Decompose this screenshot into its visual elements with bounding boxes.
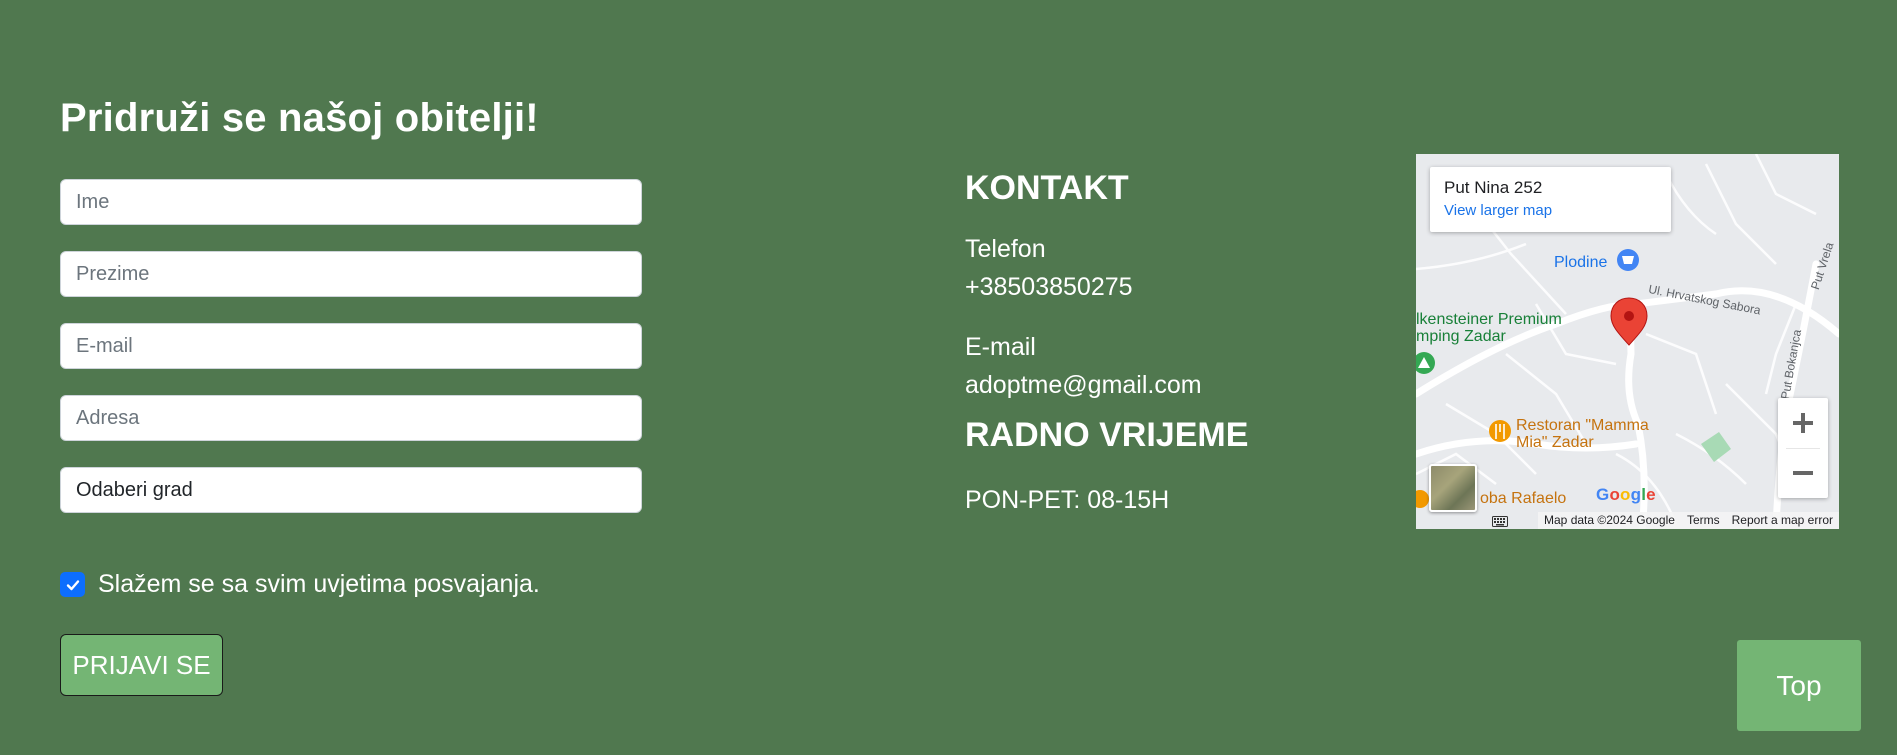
map-zoom-controls (1778, 398, 1828, 498)
first-name-input[interactable] (60, 179, 642, 225)
map-embed[interactable]: Put Nina 252 View larger map Plodine lke… (1416, 154, 1839, 529)
map-label-restoran-2[interactable]: Mia" Zadar (1516, 434, 1594, 452)
terms-row: Slažem se sa svim uvjetima posvajanja. (60, 570, 540, 599)
phone-value: +38503850275 (965, 273, 1133, 301)
location-marker (1610, 297, 1648, 346)
zoom-divider (1786, 448, 1820, 449)
phone-label: Telefon (965, 235, 1046, 263)
hours-value: PON-PET: 08-15H (965, 486, 1170, 514)
form-title: Pridruži se našoj obitelji! (60, 96, 539, 140)
last-name-input[interactable] (60, 251, 642, 297)
contact-heading: KONTAKT (965, 169, 1129, 207)
terms-checkbox[interactable] (60, 572, 85, 597)
map-attribution-bar: Map data ©2024 Google Terms Report a map… (1416, 512, 1839, 529)
hours-heading: RADNO VRIJEME (965, 416, 1249, 454)
phone-block: Telefon +38503850275 (965, 230, 1365, 306)
email-value: adoptme@gmail.com (965, 371, 1202, 399)
zoom-in-button[interactable] (1778, 398, 1828, 448)
view-larger-map-link[interactable]: View larger map (1444, 202, 1657, 219)
email-block: E-mail adoptme@gmail.com (965, 328, 1365, 404)
park-shape (1701, 432, 1731, 462)
map-info-card: Put Nina 252 View larger map (1430, 167, 1671, 232)
back-to-top-button[interactable]: Top (1737, 640, 1861, 731)
minus-icon (1793, 471, 1813, 475)
zoom-out-button[interactable] (1778, 448, 1828, 498)
submit-button[interactable]: PRIJAVI SE (60, 634, 223, 696)
email-label: E-mail (965, 333, 1036, 361)
map-label-restoran-1[interactable]: Restoran "Mamma (1516, 417, 1649, 435)
terms-label: Slažem se sa svim uvjetima posvajanja. (98, 570, 540, 598)
email-input[interactable] (60, 323, 642, 369)
map-label-rafaelo[interactable]: oba Rafaelo (1480, 490, 1566, 508)
map-card-title: Put Nina 252 (1444, 178, 1543, 197)
map-label-camping-1[interactable]: lkensteiner Premium (1416, 311, 1562, 329)
address-input[interactable] (60, 395, 642, 441)
map-terms-link[interactable]: Terms (1680, 512, 1726, 529)
google-logo: Google (1596, 485, 1656, 504)
map-report-error-link[interactable]: Report a map error (1725, 512, 1839, 529)
map-label-plodine[interactable]: Plodine (1554, 254, 1607, 272)
contact-section: KONTAKT Telefon +38503850275 E-mail adop… (965, 166, 1365, 519)
satellite-toggle[interactable] (1429, 464, 1477, 512)
map-data-attribution: Map data ©2024 Google (1538, 512, 1681, 529)
city-select-value: Odaberi grad (76, 478, 193, 501)
check-icon (66, 579, 79, 590)
plus-icon (1793, 413, 1813, 433)
city-select[interactable]: Odaberi grad (60, 467, 642, 513)
map-label-camping-2[interactable]: mping Zadar (1416, 328, 1506, 346)
